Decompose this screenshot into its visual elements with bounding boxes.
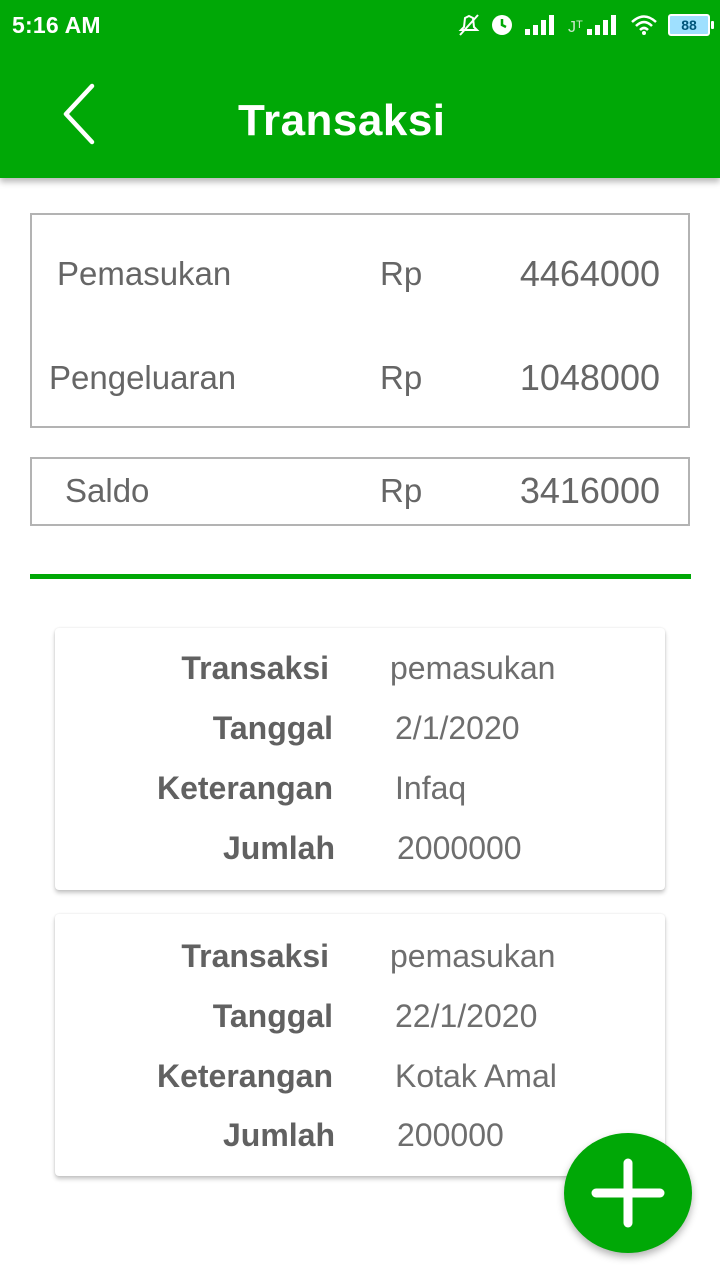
keterangan-value: Kotak Amal (395, 1058, 557, 1094)
notification-muted-icon (458, 14, 480, 36)
transaction-row-amount: Jumlah 2000000 (55, 822, 665, 872)
transaction-row-date: Tanggal 22/1/2020 (55, 990, 665, 1040)
signal-icon (525, 15, 554, 35)
jumlah-value: 200000 (397, 1117, 504, 1153)
battery-icon: 88 (668, 14, 714, 36)
summary-row-pemasukan: Pemasukan Rp 4464000 (32, 245, 688, 305)
tanggal-value: 2/1/2020 (395, 710, 520, 746)
status-icons: Jᵀ 88 (458, 10, 714, 40)
transaction-row-description: Keterangan Infaq (55, 762, 665, 812)
jumlah-label: Jumlah (222, 830, 335, 866)
pemasukan-amount: 4464000 (519, 253, 660, 294)
transaction-row-description: Keterangan Kotak Amal (55, 1050, 665, 1100)
divider (30, 574, 691, 579)
pengeluaran-currency: Rp (380, 359, 423, 396)
saldo-label: Saldo (65, 472, 150, 509)
keterangan-label: Keterangan (156, 1058, 333, 1094)
keterangan-label: Keterangan (156, 770, 333, 806)
status-time: 5:16 AM (12, 12, 101, 38)
transaksi-label: Transaksi (181, 938, 329, 974)
transaction-row-date: Tanggal 2/1/2020 (55, 702, 665, 752)
transaction-row-type: Transaksi pemasukan (55, 642, 665, 692)
summary-row-pengeluaran: Pengeluaran Rp 1048000 (32, 349, 688, 409)
jumlah-value: 2000000 (397, 830, 522, 866)
plus-icon (591, 1158, 665, 1228)
saldo-amount: 3416000 (519, 470, 660, 511)
transaksi-label: Transaksi (181, 650, 329, 686)
tanggal-value: 22/1/2020 (395, 998, 538, 1034)
app-bar: 5:16 AM Jᵀ 88 Transaksi (0, 0, 720, 178)
svg-text:Jᵀ: Jᵀ (568, 19, 583, 36)
transaksi-value: pemasukan (390, 650, 556, 686)
keterangan-value: Infaq (395, 770, 467, 806)
pemasukan-currency: Rp (380, 255, 423, 292)
page-title: Transaksi (238, 96, 446, 145)
transaction-row-type: Transaksi pemasukan (55, 930, 665, 980)
back-button[interactable] (58, 82, 118, 152)
transaction-card[interactable]: Transaksi pemasukan Tanggal 2/1/2020 Ket… (55, 628, 665, 890)
alarm-icon (492, 15, 512, 35)
transaksi-value: pemasukan (390, 938, 556, 974)
chevron-left-icon (63, 83, 95, 145)
pengeluaran-label: Pengeluaran (49, 359, 237, 396)
summary-row-saldo: Saldo Rp 3416000 (32, 462, 688, 522)
jumlah-label: Jumlah (222, 1117, 335, 1153)
saldo-box: Saldo Rp 3416000 (30, 457, 690, 526)
saldo-currency: Rp (380, 472, 423, 509)
tanggal-label: Tanggal (212, 998, 333, 1034)
pengeluaran-amount: 1048000 (519, 357, 660, 398)
tanggal-label: Tanggal (212, 710, 333, 746)
pemasukan-label: Pemasukan (57, 255, 232, 292)
add-transaction-button[interactable] (564, 1133, 692, 1253)
status-bar: 5:16 AM Jᵀ 88 (0, 0, 720, 50)
summary-box: Pemasukan Rp 4464000 Pengeluaran Rp 1048… (30, 213, 690, 428)
wifi-icon (631, 15, 657, 35)
signal-icon: Jᵀ (568, 15, 616, 36)
